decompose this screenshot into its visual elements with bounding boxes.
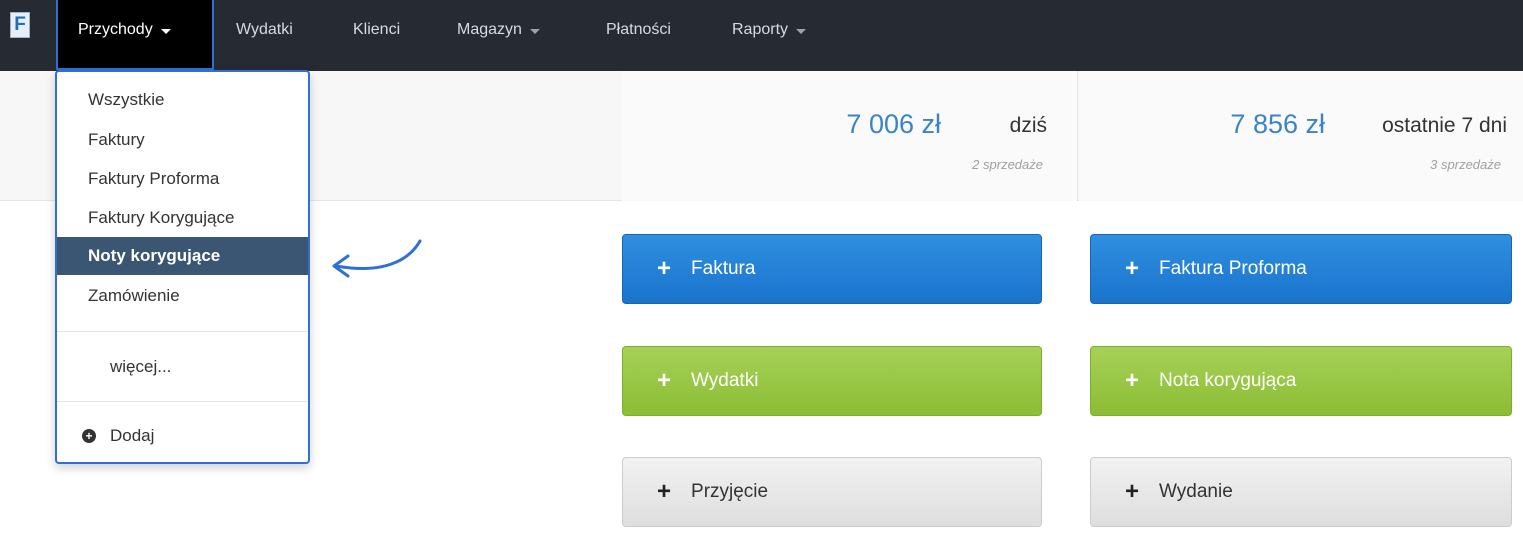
add-wydanie-button[interactable]: + Wydanie: [1090, 457, 1512, 527]
hamburger-menu-icon: [82, 361, 96, 373]
dropdown-item-noty-korygujace[interactable]: Noty korygujące: [57, 237, 308, 275]
nav-platnosci[interactable]: Płatności: [606, 0, 671, 70]
dropdown-item-label: Faktury Proforma: [88, 169, 220, 188]
dropdown-item-label: Wszystkie: [88, 90, 165, 109]
dropdown-item-label: Faktury Korygujące: [88, 208, 235, 227]
caret-down-icon: [160, 29, 171, 34]
dropdown-item-label: Zamówienie: [88, 286, 180, 305]
add-wydatki-label: Wydatki: [691, 370, 759, 391]
nav-raporty[interactable]: Raporty: [732, 0, 807, 70]
nav-klienci-label: Klienci: [353, 21, 401, 38]
nav-magazyn-label: Magazyn: [457, 21, 522, 38]
dropdown-item-wiecej[interactable]: więcej...: [57, 348, 308, 386]
nav-wydatki[interactable]: Wydatki: [236, 0, 293, 70]
dropdown-divider: [57, 331, 308, 332]
annotation-arrow-icon: [332, 239, 422, 278]
dropdown-item-faktury-proforma[interactable]: Faktury Proforma: [57, 160, 308, 198]
stat-7-days: 7 856 zł ostatnie 7 dni 3 sprzedaże: [1079, 71, 1523, 201]
plus-icon: +: [657, 478, 672, 505]
nav-wydatki-label: Wydatki: [236, 21, 293, 38]
nav-przychody-label: Przychody: [78, 21, 153, 38]
add-nota-korygujaca-button[interactable]: + Nota korygująca: [1090, 346, 1512, 416]
top-navbar: F Przychody Wydatki Klienci Magazyn Płat…: [0, 0, 1523, 71]
plus-icon: +: [1125, 367, 1140, 394]
add-faktura-proforma-label: Faktura Proforma: [1159, 258, 1307, 279]
add-faktura-proforma-button[interactable]: + Faktura Proforma: [1090, 234, 1512, 304]
nav-przychody[interactable]: Przychody: [56, 0, 214, 70]
dropdown-item-label: Noty korygujące: [88, 246, 221, 265]
dropdown-item-wszystkie[interactable]: Wszystkie: [57, 81, 308, 119]
add-faktura-button[interactable]: + Faktura: [622, 234, 1042, 304]
dropdown-item-label: Dodaj: [110, 426, 155, 445]
stat-today-amount: 7 006 zł: [846, 109, 941, 139]
dropdown-item-faktury-korygujace[interactable]: Faktury Korygujące: [57, 199, 308, 237]
add-przyjecie-label: Przyjęcie: [691, 481, 769, 502]
dropdown-item-label: więcej...: [110, 357, 172, 376]
plus-icon: +: [657, 367, 672, 394]
nav-magazyn[interactable]: Magazyn: [457, 0, 540, 70]
dropdown-item-label: Faktury: [88, 130, 145, 149]
add-przyjecie-button[interactable]: + Przyjęcie: [622, 457, 1042, 527]
caret-down-icon: [796, 29, 807, 34]
plus-circle-icon: +: [82, 429, 96, 443]
dropdown-item-dodaj[interactable]: + Dodaj: [57, 417, 308, 455]
stat-7-days-amount: 7 856 zł: [1230, 109, 1325, 139]
stat-today-sales: 2 sprzedaże: [972, 157, 1043, 172]
stat-today: 7 006 zł dziś 2 sprzedaże: [622, 71, 1078, 201]
app-logo[interactable]: F: [10, 12, 30, 38]
add-nota-korygujaca-label: Nota korygująca: [1159, 370, 1297, 391]
dropdown-item-zamowienie[interactable]: Zamówienie: [57, 277, 308, 315]
caret-down-icon: [529, 29, 540, 34]
dropdown-item-faktury[interactable]: Faktury: [57, 121, 308, 159]
przychody-dropdown-menu: Wszystkie Faktury Faktury Proforma Faktu…: [55, 70, 310, 464]
dropdown-divider: [57, 401, 308, 402]
stat-7-days-period: ostatnie 7 dni: [1382, 114, 1507, 137]
add-wydatki-button[interactable]: + Wydatki: [622, 346, 1042, 416]
nav-raporty-label: Raporty: [732, 21, 789, 38]
plus-icon: +: [657, 255, 672, 282]
nav-klienci[interactable]: Klienci: [353, 0, 400, 70]
plus-icon: +: [1125, 255, 1140, 282]
stat-7-days-sales: 3 sprzedaże: [1430, 157, 1501, 172]
nav-platnosci-label: Płatności: [606, 21, 671, 38]
add-faktura-label: Faktura: [691, 258, 756, 279]
plus-icon: +: [1125, 478, 1140, 505]
add-wydanie-label: Wydanie: [1159, 481, 1233, 502]
stat-today-period: dziś: [1009, 114, 1047, 137]
